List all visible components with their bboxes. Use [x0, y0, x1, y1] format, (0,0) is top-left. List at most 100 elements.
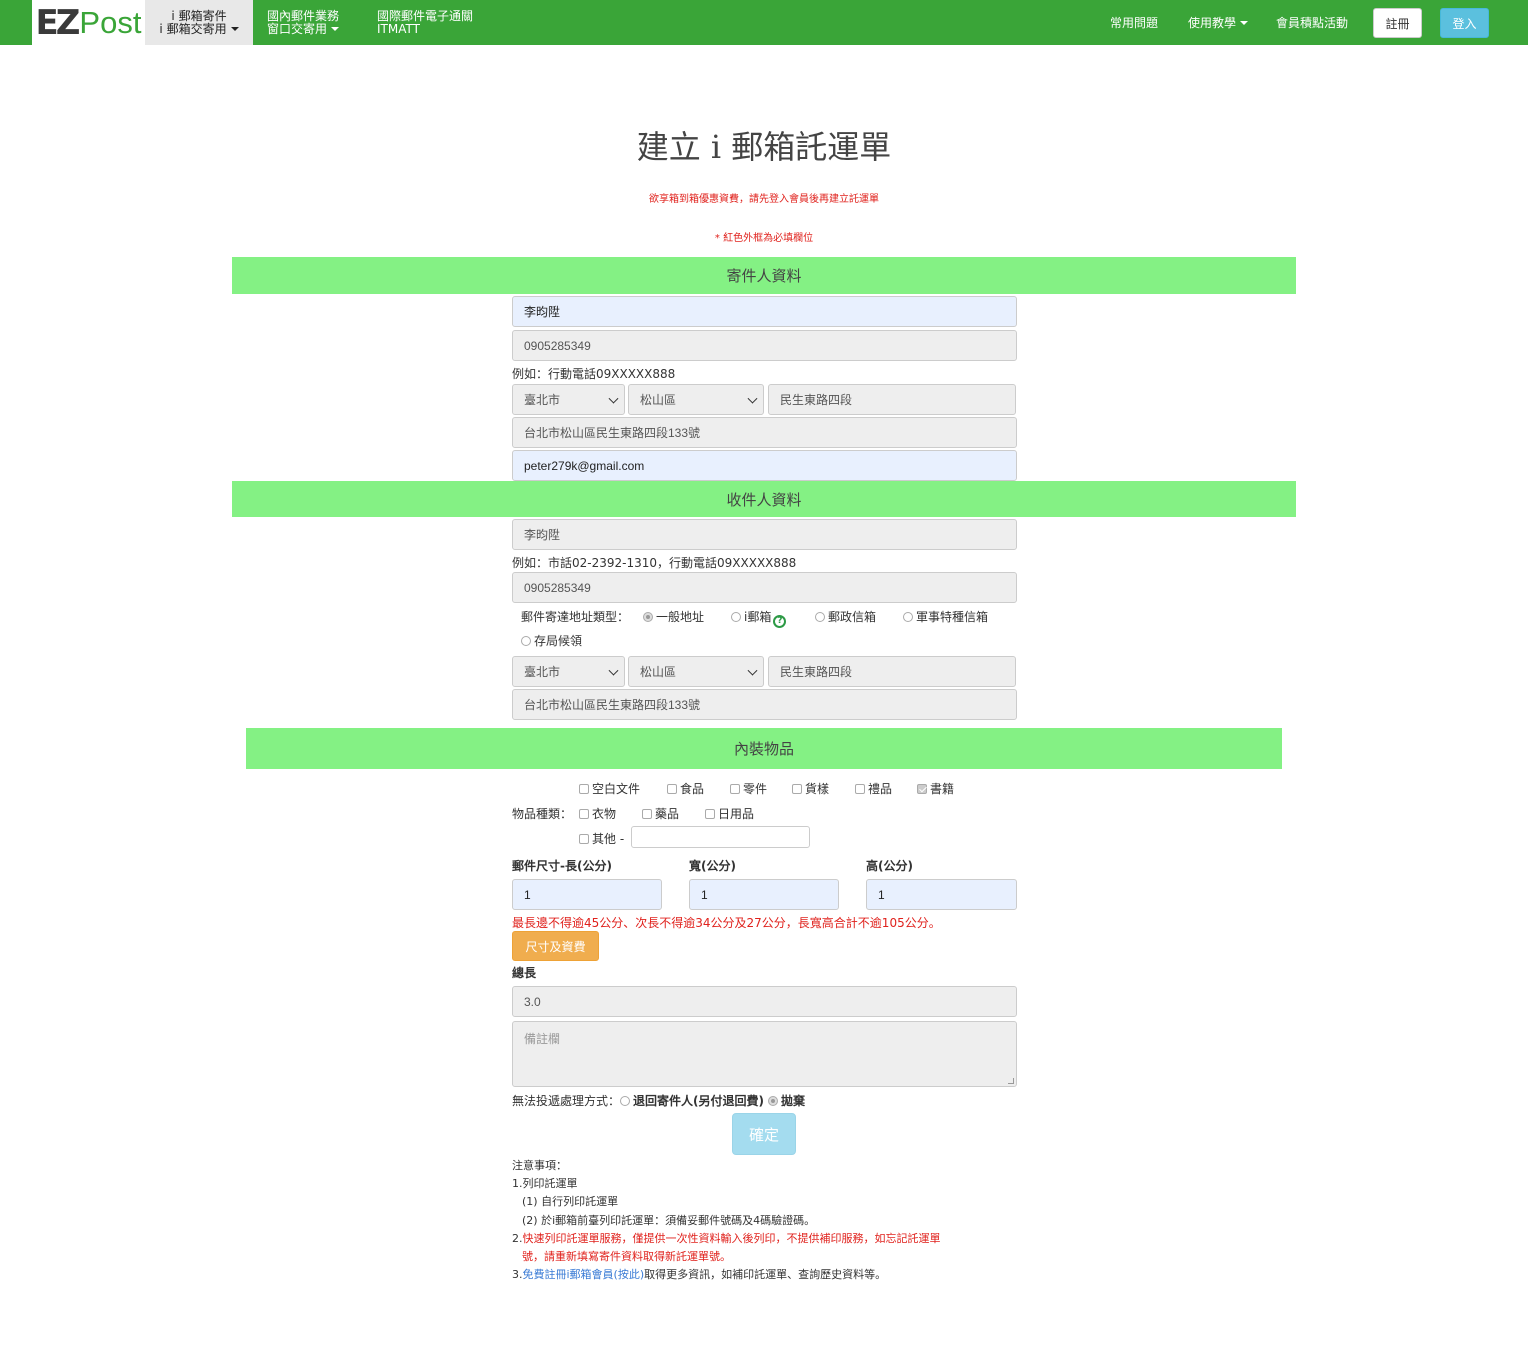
- notes-item-1: 1.列印託運單: [512, 1177, 578, 1191]
- notes-item-1b: (2) 於i郵箱前臺列印託運單：須備妥郵件號碼及4碼驗證碼。: [522, 1213, 816, 1227]
- receiver-district-select[interactable]: 松山區: [628, 656, 764, 687]
- width-input[interactable]: 1: [689, 879, 839, 910]
- login-button[interactable]: 登入: [1440, 8, 1489, 38]
- receiver-road-input[interactable]: 民生東路四段: [768, 656, 1016, 687]
- checkbox-checked-icon[interactable]: [917, 784, 927, 794]
- checkbox-icon[interactable]: [642, 809, 652, 819]
- category-label: 物品種類：: [512, 807, 573, 821]
- undeliverable-return-option[interactable]: 退回寄件人(另付退回費): [633, 1094, 764, 1108]
- receiver-phone-input[interactable]: 0905285349: [512, 572, 1017, 603]
- notes-item-2-cont: 號，請重新填寫寄件資料取得新託運單號。: [522, 1250, 731, 1264]
- total-length-input[interactable]: 3.0: [512, 986, 1017, 1017]
- nav-domestic-mail[interactable]: 國內郵件業務 窗口交寄用: [253, 0, 353, 45]
- receiver-address-input[interactable]: 台北市松山區民生東路四段133號: [512, 689, 1017, 720]
- size-warning: 最長邊不得逾45公分、次長不得逾34公分及27公分，長寬高合計不逾105公分。: [512, 916, 941, 930]
- sender-address-input[interactable]: 台北市松山區民生東路四段133號: [512, 417, 1017, 448]
- nav-ibox-send[interactable]: i 郵箱寄件 i 郵箱交寄用: [145, 0, 253, 45]
- undeliverable-row: 無法投遞處理方式： 退回寄件人(另付退回費) 拋棄: [512, 1092, 805, 1109]
- category-samples[interactable]: 貨樣: [792, 780, 829, 797]
- radio-icon[interactable]: [643, 612, 653, 622]
- help-question-icon[interactable]: ?: [773, 615, 787, 628]
- receiver-section-header: 收件人資料: [232, 481, 1296, 517]
- category-parts[interactable]: 零件: [730, 780, 767, 797]
- total-length-label: 總長: [512, 966, 537, 980]
- nav-faq[interactable]: 常用問題: [1110, 0, 1158, 45]
- checkbox-icon[interactable]: [667, 784, 677, 794]
- address-type-general[interactable]: 一般地址: [643, 608, 704, 625]
- size-fee-button[interactable]: 尺寸及資費: [512, 931, 599, 961]
- ezpost-logo[interactable]: EZ Post: [32, 0, 145, 45]
- category-blank-document[interactable]: 空白文件: [579, 780, 640, 797]
- radio-icon[interactable]: [521, 636, 531, 646]
- receiver-name-input[interactable]: 李昀陞: [512, 519, 1017, 550]
- checkbox-icon[interactable]: [730, 784, 740, 794]
- page-title: 建立 i 郵箱託運單: [636, 128, 892, 166]
- address-type-general-delivery[interactable]: 存局候領: [521, 632, 582, 649]
- category-gifts[interactable]: 禮品: [855, 780, 892, 797]
- category-other-input[interactable]: [631, 826, 810, 848]
- checkbox-icon[interactable]: [855, 784, 865, 794]
- receiver-city-select[interactable]: 臺北市: [512, 656, 625, 687]
- sender-city-select[interactable]: 臺北市: [512, 384, 625, 415]
- nav-itmatt-line1: 國際郵件電子通關: [377, 8, 474, 23]
- sender-district-select[interactable]: 松山區: [628, 384, 764, 415]
- radio-icon[interactable]: [731, 612, 741, 622]
- confirm-button[interactable]: 確定: [732, 1113, 796, 1155]
- length-label: 郵件尺寸-長(公分): [512, 859, 612, 873]
- notes-item-2: 2.快速列印託運單服務，僅提供一次性資料輸入後列印，不提供補印服務，如忘記託運單: [512, 1231, 941, 1245]
- sender-name-input[interactable]: 李昀陞: [512, 296, 1017, 327]
- category-food[interactable]: 食品: [667, 780, 704, 797]
- chevron-down-icon: [230, 27, 239, 31]
- radio-icon[interactable]: [815, 612, 825, 622]
- width-label: 寬(公分): [689, 859, 736, 873]
- register-button[interactable]: 註冊: [1373, 8, 1422, 38]
- nav-ibox-send-line2: i 郵箱交寄用: [159, 22, 239, 36]
- length-input[interactable]: 1: [512, 879, 662, 910]
- sender-email-input[interactable]: peter279k@gmail.com: [512, 450, 1017, 481]
- address-type-label: 郵件寄達地址類型：: [521, 610, 630, 624]
- notes-item-3: 3.免費註冊i郵箱會員(按此)取得更多資訊，如補印託運單、查詢歷史資料等。: [512, 1268, 887, 1282]
- checkbox-icon[interactable]: [705, 809, 715, 819]
- resize-handle-icon[interactable]: [1008, 1078, 1014, 1084]
- sender-phone-hint: 例如：行動電話09XXXXX888: [512, 367, 676, 381]
- category-books[interactable]: 書籍: [917, 780, 954, 797]
- logo-ez-text: EZ: [35, 2, 81, 43]
- notes-title: 注意事項：: [512, 1159, 567, 1172]
- height-label: 高(公分): [866, 859, 913, 873]
- address-type-military-box[interactable]: 軍事特種信箱: [903, 608, 988, 625]
- category-daily-goods[interactable]: 日用品: [705, 805, 754, 822]
- chevron-down-icon: [1240, 20, 1249, 25]
- logo-post-text: Post: [79, 4, 142, 40]
- remarks-textarea[interactable]: 備註欄: [512, 1021, 1017, 1087]
- radio-icon[interactable]: [768, 1096, 778, 1106]
- login-notice: 欲享箱到箱優惠資費，請先登入會員後再建立託運單: [649, 194, 879, 205]
- category-other[interactable]: 其他 -: [579, 830, 624, 847]
- address-type-ibox[interactable]: i郵箱?: [731, 608, 787, 628]
- receiver-phone-hint: 例如：市話02-2392-1310，行動電話09XXXXX888: [512, 556, 797, 570]
- required-notice: * 紅色外框為必填欄位: [714, 233, 814, 244]
- top-navbar: EZ Post i 郵箱寄件 i 郵箱交寄用 國內郵件業務 窗口交寄用 國際郵件電…: [0, 0, 1528, 45]
- height-input[interactable]: 1: [866, 879, 1017, 910]
- checkbox-icon[interactable]: [579, 784, 589, 794]
- checkbox-icon[interactable]: [579, 834, 589, 844]
- nav-tutorial[interactable]: 使用教學: [1188, 0, 1249, 45]
- radio-icon[interactable]: [620, 1096, 631, 1106]
- radio-icon[interactable]: [903, 612, 913, 622]
- sender-phone-input[interactable]: 0905285349: [512, 330, 1017, 361]
- notes-item-1a: (1) 自行列印託運單: [522, 1195, 619, 1209]
- checkbox-icon[interactable]: [579, 809, 589, 819]
- nav-itmatt-line2: ITMATT: [377, 21, 420, 36]
- category-medicine[interactable]: 藥品: [642, 805, 679, 822]
- address-type-po-box[interactable]: 郵政信箱: [815, 608, 876, 625]
- undeliverable-discard-option[interactable]: 拋棄: [781, 1094, 805, 1108]
- register-member-link[interactable]: 免費註冊i郵箱會員(按此): [523, 1268, 645, 1281]
- undeliverable-label: 無法投遞處理方式：: [512, 1094, 621, 1108]
- sender-section-header: 寄件人資料: [232, 257, 1296, 294]
- nav-international-itmatt[interactable]: 國際郵件電子通關 ITMATT: [363, 0, 487, 45]
- nav-points-activity[interactable]: 會員積點活動: [1276, 0, 1348, 45]
- remarks-placeholder: 備註欄: [524, 1032, 561, 1046]
- checkbox-icon[interactable]: [792, 784, 802, 794]
- sender-road-input[interactable]: 民生東路四段: [768, 384, 1016, 415]
- notes-section: 注意事項： 1.列印託運單 (1) 自行列印託運單 (2) 於i郵箱前臺列印託運…: [512, 1157, 941, 1284]
- category-clothing[interactable]: 衣物: [579, 805, 616, 822]
